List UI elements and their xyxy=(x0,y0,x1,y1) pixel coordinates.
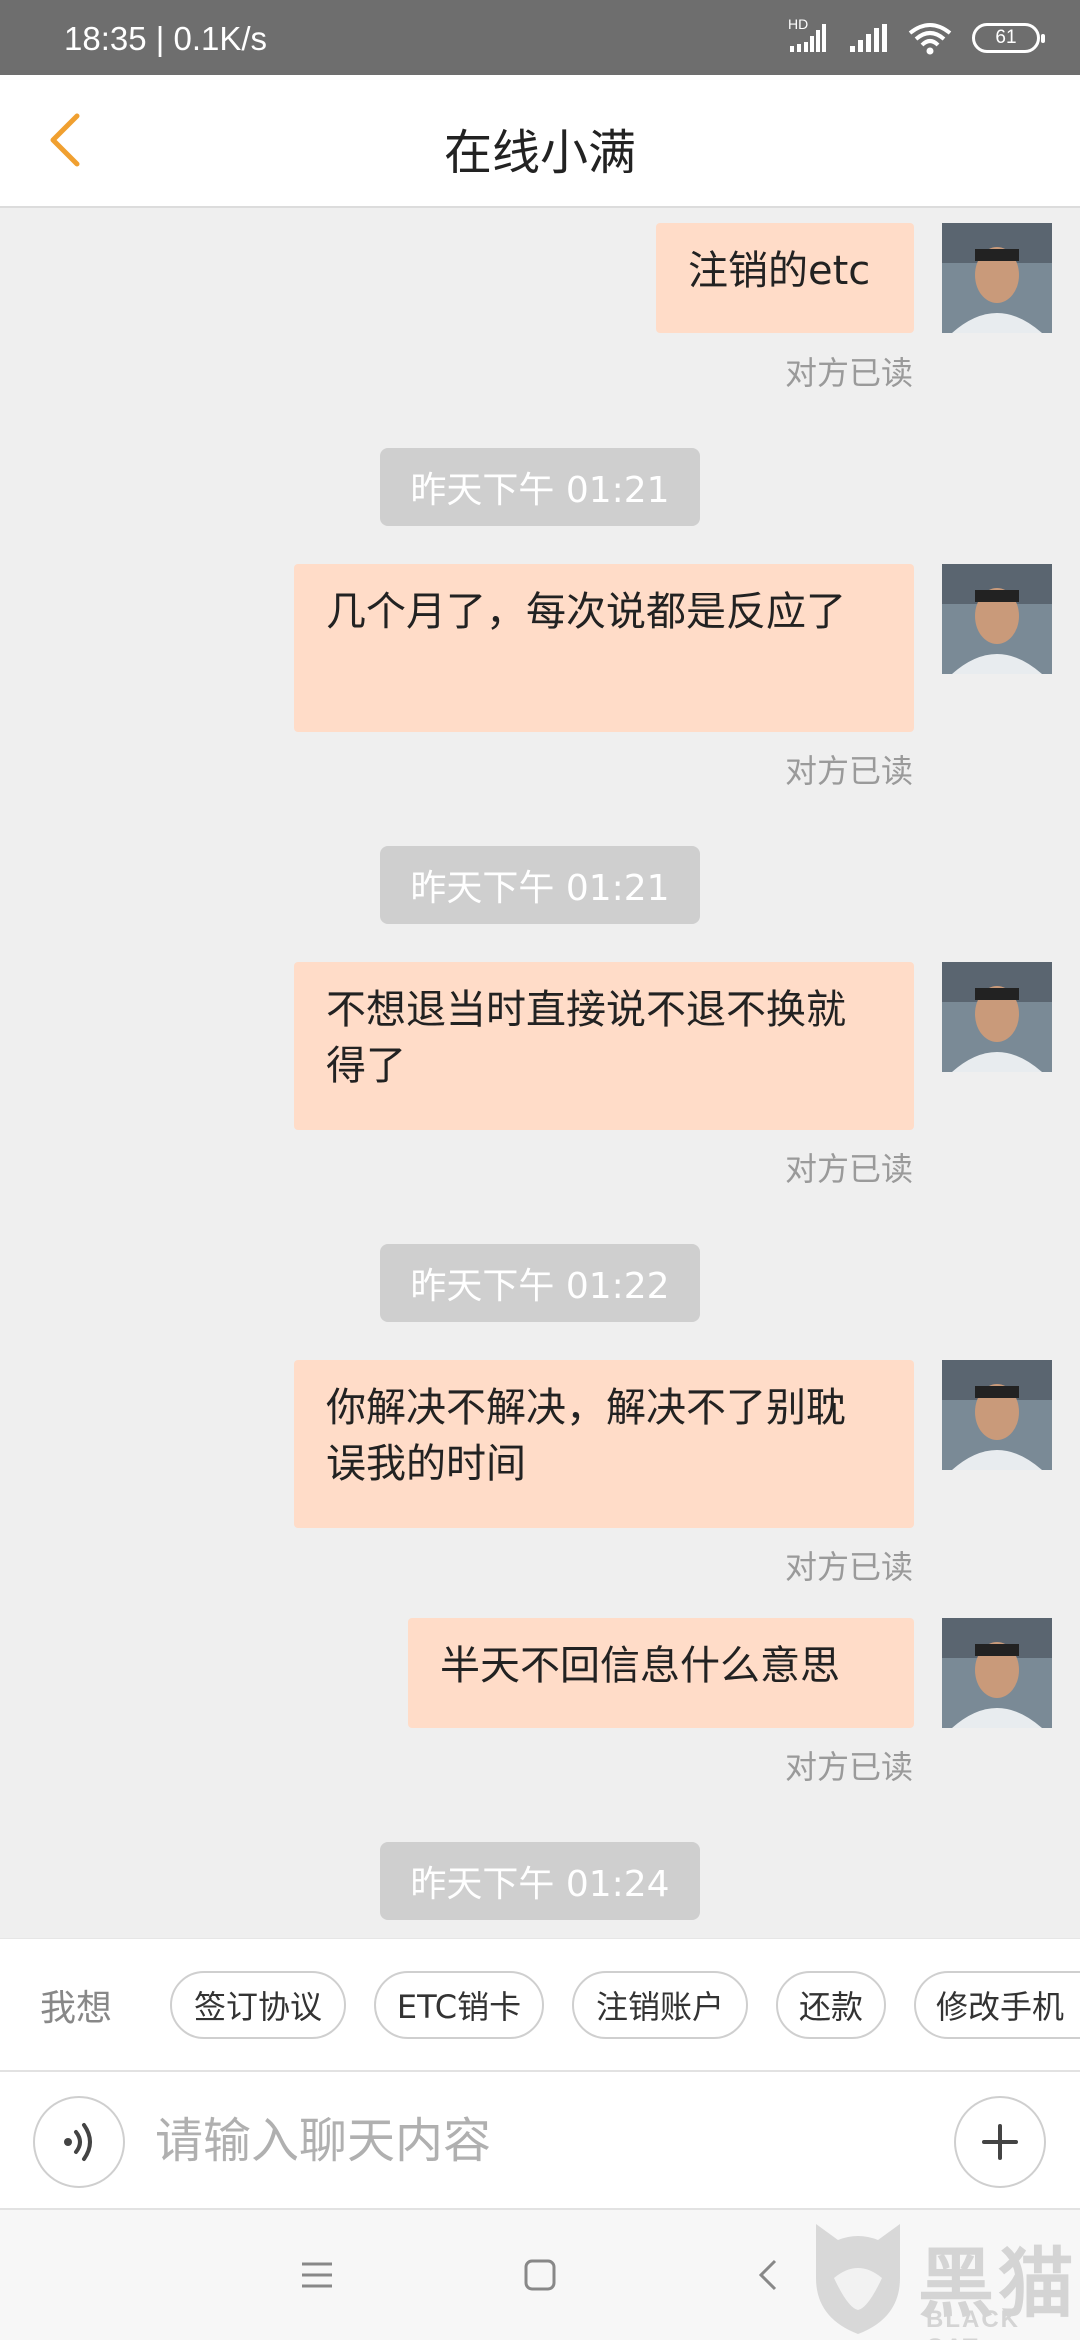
plus-icon xyxy=(982,2124,1018,2160)
page-title: 在线小满 xyxy=(443,125,636,181)
status-time: 18:35 | 0.1K/s xyxy=(64,20,268,57)
back-triangle-icon xyxy=(758,2259,777,2291)
back-nav-button[interactable] xyxy=(742,2250,792,2300)
cat-logo-icon xyxy=(816,2224,900,2334)
read-status: 对方已读 xyxy=(784,1748,913,1786)
quick-reply-bar: 我想 签订协议 ETC销卡 注销账户 还款 修改手机 xyxy=(0,1938,1080,2070)
read-status: 对方已读 xyxy=(784,354,913,392)
menu-nav-button[interactable] xyxy=(292,2250,342,2300)
timestamp: 昨天下午 01:21 xyxy=(380,846,700,924)
message-bubble[interactable]: 半天不回信息什么意思 xyxy=(408,1618,914,1728)
message-bubble[interactable]: 注销的etc xyxy=(656,223,914,333)
read-status: 对方已读 xyxy=(784,1150,913,1188)
read-status: 对方已读 xyxy=(784,752,913,790)
quick-reply-label: 我想 xyxy=(40,1988,113,2029)
watermark-text-en: BLACK CAT xyxy=(926,2306,1020,2340)
quick-reply-chip[interactable]: ETC销卡 xyxy=(374,1971,544,2039)
add-button[interactable] xyxy=(954,2096,1046,2188)
message-input-bar xyxy=(0,2070,1080,2210)
avatar[interactable] xyxy=(942,962,1052,1072)
home-nav-button[interactable] xyxy=(515,2250,565,2300)
avatar[interactable] xyxy=(942,1618,1052,1728)
voice-button[interactable] xyxy=(33,2096,125,2188)
avatar[interactable] xyxy=(942,223,1052,333)
wifi-icon xyxy=(908,23,952,55)
black-cat-watermark: 黑猫 BLACK CAT xyxy=(808,2218,1080,2340)
status-bar: 18:35 | 0.1K/s HD 61 xyxy=(0,0,1080,75)
battery-icon: 61 xyxy=(972,23,1045,53)
voice-icon xyxy=(64,2123,92,2161)
timestamp: 昨天下午 01:21 xyxy=(380,448,700,526)
avatar[interactable] xyxy=(942,1360,1052,1470)
read-status: 对方已读 xyxy=(784,1548,913,1586)
avatar[interactable] xyxy=(942,564,1052,674)
hd-signal-icon: HD xyxy=(788,16,828,54)
chat-message-list[interactable]: 注销的etc 对方已读 昨天下午 01:21 几个月了，每次说都是反应了 对方已… xyxy=(0,208,1080,1938)
menu-icon xyxy=(302,2262,332,2288)
quick-reply-chip[interactable]: 签订协议 xyxy=(170,1971,346,2039)
quick-reply-chip[interactable]: 修改手机 xyxy=(914,1971,1080,2039)
chat-input[interactable] xyxy=(155,2106,935,2176)
timestamp: 昨天下午 01:22 xyxy=(380,1244,700,1322)
quick-reply-chip[interactable]: 还款 xyxy=(776,1971,886,2039)
status-icons: HD 61 xyxy=(788,16,1045,58)
chat-header: 在线小满 xyxy=(0,75,1080,208)
quick-reply-chip[interactable]: 注销账户 xyxy=(572,1971,748,2039)
message-bubble[interactable]: 几个月了，每次说都是反应了 xyxy=(294,564,914,732)
message-bubble[interactable]: 不想退当时直接说不退不换就得了 xyxy=(294,962,914,1130)
timestamp: 昨天下午 01:24 xyxy=(380,1842,700,1920)
message-bubble[interactable]: 你解决不解决，解决不了别耽误我的时间 xyxy=(294,1360,914,1528)
cell-signal-icon xyxy=(850,24,887,52)
home-square-icon xyxy=(524,2259,556,2291)
